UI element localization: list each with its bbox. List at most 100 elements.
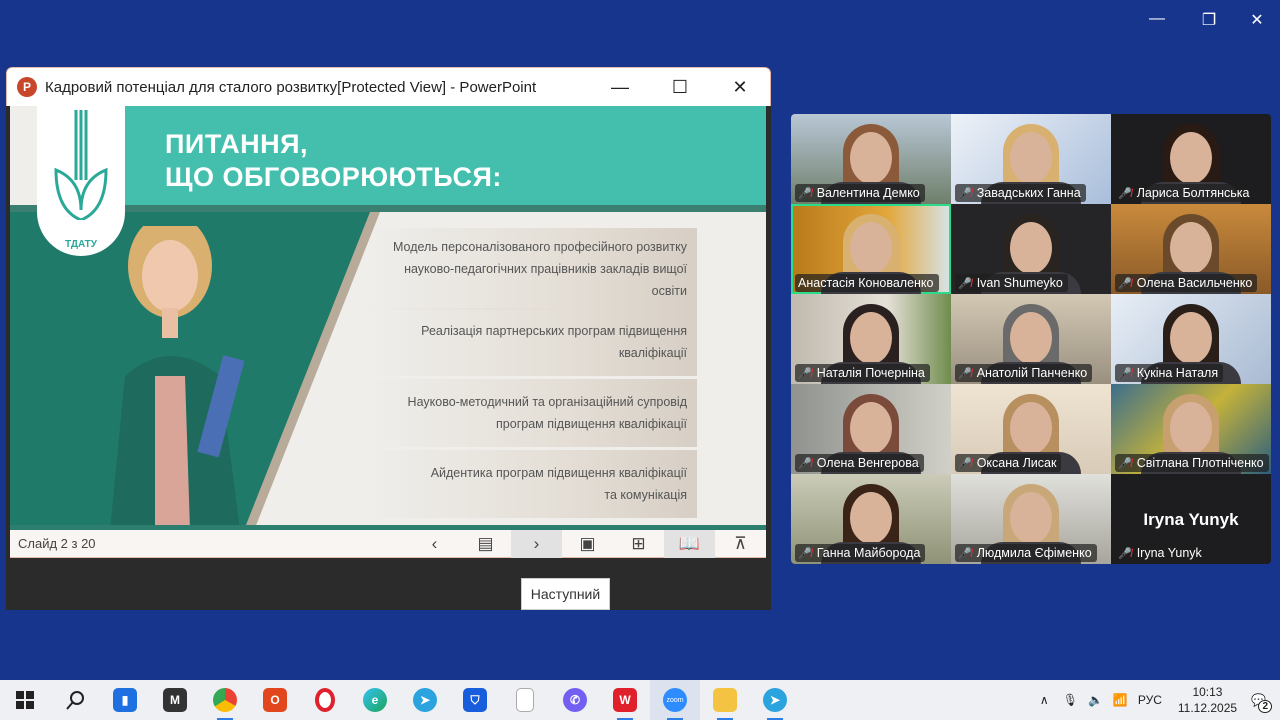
participant-tile[interactable]: 🎤̸ Ганна Майборода [791, 474, 951, 564]
m-app-icon[interactable]: M [150, 680, 200, 720]
start-button[interactable] [0, 680, 50, 720]
viber-icon[interactable]: ✆ [550, 680, 600, 720]
participant-name-label: 🎤̸ Анатолій Панченко [955, 364, 1093, 382]
normal-view-button[interactable]: ▣ [562, 530, 613, 558]
muted-mic-icon: 🎤̸ [958, 277, 972, 290]
topic-item: Айдентика програм підвищення кваліфікаці… [367, 450, 697, 518]
participant-tile[interactable]: Iryna Yunyk 🎤̸ Iryna Yunyk [1111, 474, 1271, 564]
participant-name-label: 🎤̸ Наталія Почерніна [795, 364, 930, 382]
participant-tile[interactable]: 🎤̸ Кукіна Наталя [1111, 294, 1271, 384]
participant-tile[interactable]: 🎤̸ Оксана Лисак [951, 384, 1111, 474]
participant-tile[interactable]: Анастасія Коноваленко [791, 204, 951, 294]
chevron-up-icon[interactable]: ∧ [1040, 693, 1049, 707]
participant-name: Кукіна Наталя [1136, 366, 1219, 380]
participant-face [1010, 402, 1052, 454]
participant-name: Олена Венгерова [816, 456, 919, 470]
taskbar: ▮ M O e ➤ ⛉ ✆ W zoom ➤ ∧ 🎙 🔈 📶 РУС 10:13… [0, 680, 1280, 720]
participant-name-large: Iryna Yunyk [1143, 510, 1239, 529]
muted-mic-icon: 🎤̸ [958, 367, 972, 380]
participant-tile[interactable]: 🎤̸ Світлана Плотніченко [1111, 384, 1271, 474]
clock[interactable]: 10:13 11.12.2025 [1178, 684, 1237, 716]
maximize-button[interactable]: ☐ [650, 77, 710, 98]
participant-name: Анастасія Коноваленко [798, 276, 934, 290]
participant-face [1170, 402, 1212, 454]
volume-icon[interactable]: 🔈 [1088, 693, 1103, 707]
opera-icon[interactable] [300, 680, 350, 720]
reading-view-button[interactable]: 📖 [664, 529, 715, 558]
participant-name-label: 🎤̸ Валентина Демко [795, 184, 925, 202]
slide-sorter-button[interactable]: ⊞ [613, 530, 664, 558]
language-indicator[interactable]: РУС [1138, 693, 1162, 707]
wifi-icon[interactable]: 📶 [1113, 693, 1128, 707]
participant-face [850, 492, 892, 544]
participant-name: Ivan Shumeyko [976, 276, 1063, 290]
participant-tile[interactable]: 🎤̸ Олена Васильченко [1111, 204, 1271, 294]
woman-photo [110, 226, 245, 530]
next-slide-button[interactable]: › [511, 529, 562, 558]
slide-counter: Слайд 2 з 20 [18, 536, 96, 551]
muted-mic-icon: 🎤̸ [958, 547, 972, 560]
participant-tile[interactable]: 🎤̸ Валентина Демко [791, 114, 951, 204]
participant-tile[interactable]: 🎤̸ Людмила Єфіменко [951, 474, 1111, 564]
microphone-icon[interactable]: 🎙 [1063, 693, 1078, 707]
participant-tile[interactable]: 🎤̸ Анатолій Панченко [951, 294, 1111, 384]
desktop-close-button[interactable]: ✕ [1242, 10, 1272, 30]
slide: ПИТАННЯ, ЩО ОБГОВОРЮЮТЬСЯ: ТДАТУ Модель п… [10, 106, 766, 530]
zoom-gallery: 🎤̸ Валентина Демко 🎤̸ Завадських Ганна 🎤̸ Лар… [791, 114, 1271, 564]
participant-tile[interactable]: 🎤̸ Лариса Болтянська [1111, 114, 1271, 204]
file-explorer-icon[interactable] [700, 680, 750, 720]
slide-heading: ПИТАННЯ, ЩО ОБГОВОРЮЮТЬСЯ: [165, 128, 502, 194]
participant-face [850, 222, 892, 274]
heading-line-1: ПИТАННЯ, [165, 129, 309, 159]
file-icon[interactable] [500, 680, 550, 720]
muted-mic-icon: 🎤̸ [1118, 547, 1132, 560]
bitwarden-icon[interactable]: ⛉ [450, 680, 500, 720]
search-icon[interactable] [50, 680, 100, 720]
participant-tile[interactable]: 🎤̸ Ivan Shumeyko [951, 204, 1111, 294]
participant-face [850, 312, 892, 364]
topic-item: Реалізація партнерських програм підвищен… [367, 308, 697, 376]
desktop-minimize-button[interactable]: — [1142, 10, 1172, 28]
close-button[interactable]: ✕ [710, 77, 770, 98]
muted-mic-icon: 🎤̸ [958, 187, 972, 200]
desktop-restore-button[interactable]: ❐ [1194, 10, 1224, 30]
tdatu-logo: ТДАТУ [37, 106, 125, 256]
participant-name: Валентина Демко [816, 186, 920, 200]
participant-name: Світлана Плотніченко [1136, 456, 1264, 470]
participant-face [1170, 222, 1212, 274]
notifications-icon[interactable]: 💬 2 [1251, 693, 1272, 713]
participant-name-label: 🎤̸ Ганна Майборода [795, 544, 926, 562]
time: 10:13 [1192, 685, 1223, 699]
participant-name-label: 🎤̸ Оксана Лисак [955, 454, 1062, 472]
telegram-icon[interactable]: ➤ [400, 680, 450, 720]
participant-name-label: 🎤̸ Кукіна Наталя [1115, 364, 1224, 382]
previous-slide-button[interactable]: ‹ [409, 530, 460, 558]
notes-button[interactable]: ▤ [460, 530, 511, 558]
participant-face [1170, 312, 1212, 364]
telegram-icon-2[interactable]: ➤ [750, 680, 800, 720]
status-bar: Слайд 2 з 20 ‹ ▤ › ▣ ⊞ 📖 ⊼ [10, 529, 766, 558]
mail-app-icon[interactable]: ▮ [100, 680, 150, 720]
participant-tile[interactable]: 🎤̸ Завадських Ганна [951, 114, 1111, 204]
participant-face [1010, 492, 1052, 544]
edge-icon[interactable]: e [350, 680, 400, 720]
participant-face [1010, 222, 1052, 274]
office-icon[interactable]: O [250, 680, 300, 720]
participant-name-label: 🎤̸ Лариса Болтянська [1115, 184, 1255, 202]
powerpoint-window: P Кадровий потенціал для сталого розвитк… [6, 67, 771, 610]
participant-tile[interactable]: 🎤̸ Наталія Почерніна [791, 294, 951, 384]
participant-face [850, 402, 892, 454]
topic-item: Модель персоналізованого професійного ро… [367, 228, 697, 310]
date: 11.12.2025 [1177, 701, 1238, 715]
chrome-icon[interactable] [200, 680, 250, 720]
participant-name-label: 🎤̸ Iryna Yunyk [1115, 544, 1207, 562]
minimize-button[interactable]: — [590, 77, 650, 98]
heading-line-2: ЩО ОБГОВОРЮЮТЬСЯ: [165, 162, 502, 192]
wps-icon[interactable]: W [600, 680, 650, 720]
slideshow-button[interactable]: ⊼ [715, 530, 766, 558]
participant-name: Людмила Єфіменко [976, 546, 1092, 560]
zoom-icon[interactable]: zoom [650, 680, 700, 720]
participant-tile[interactable]: 🎤̸ Олена Венгерова [791, 384, 951, 474]
participant-name-label: 🎤̸ Олена Васильченко [1115, 274, 1258, 292]
participant-name: Наталія Почерніна [816, 366, 925, 380]
